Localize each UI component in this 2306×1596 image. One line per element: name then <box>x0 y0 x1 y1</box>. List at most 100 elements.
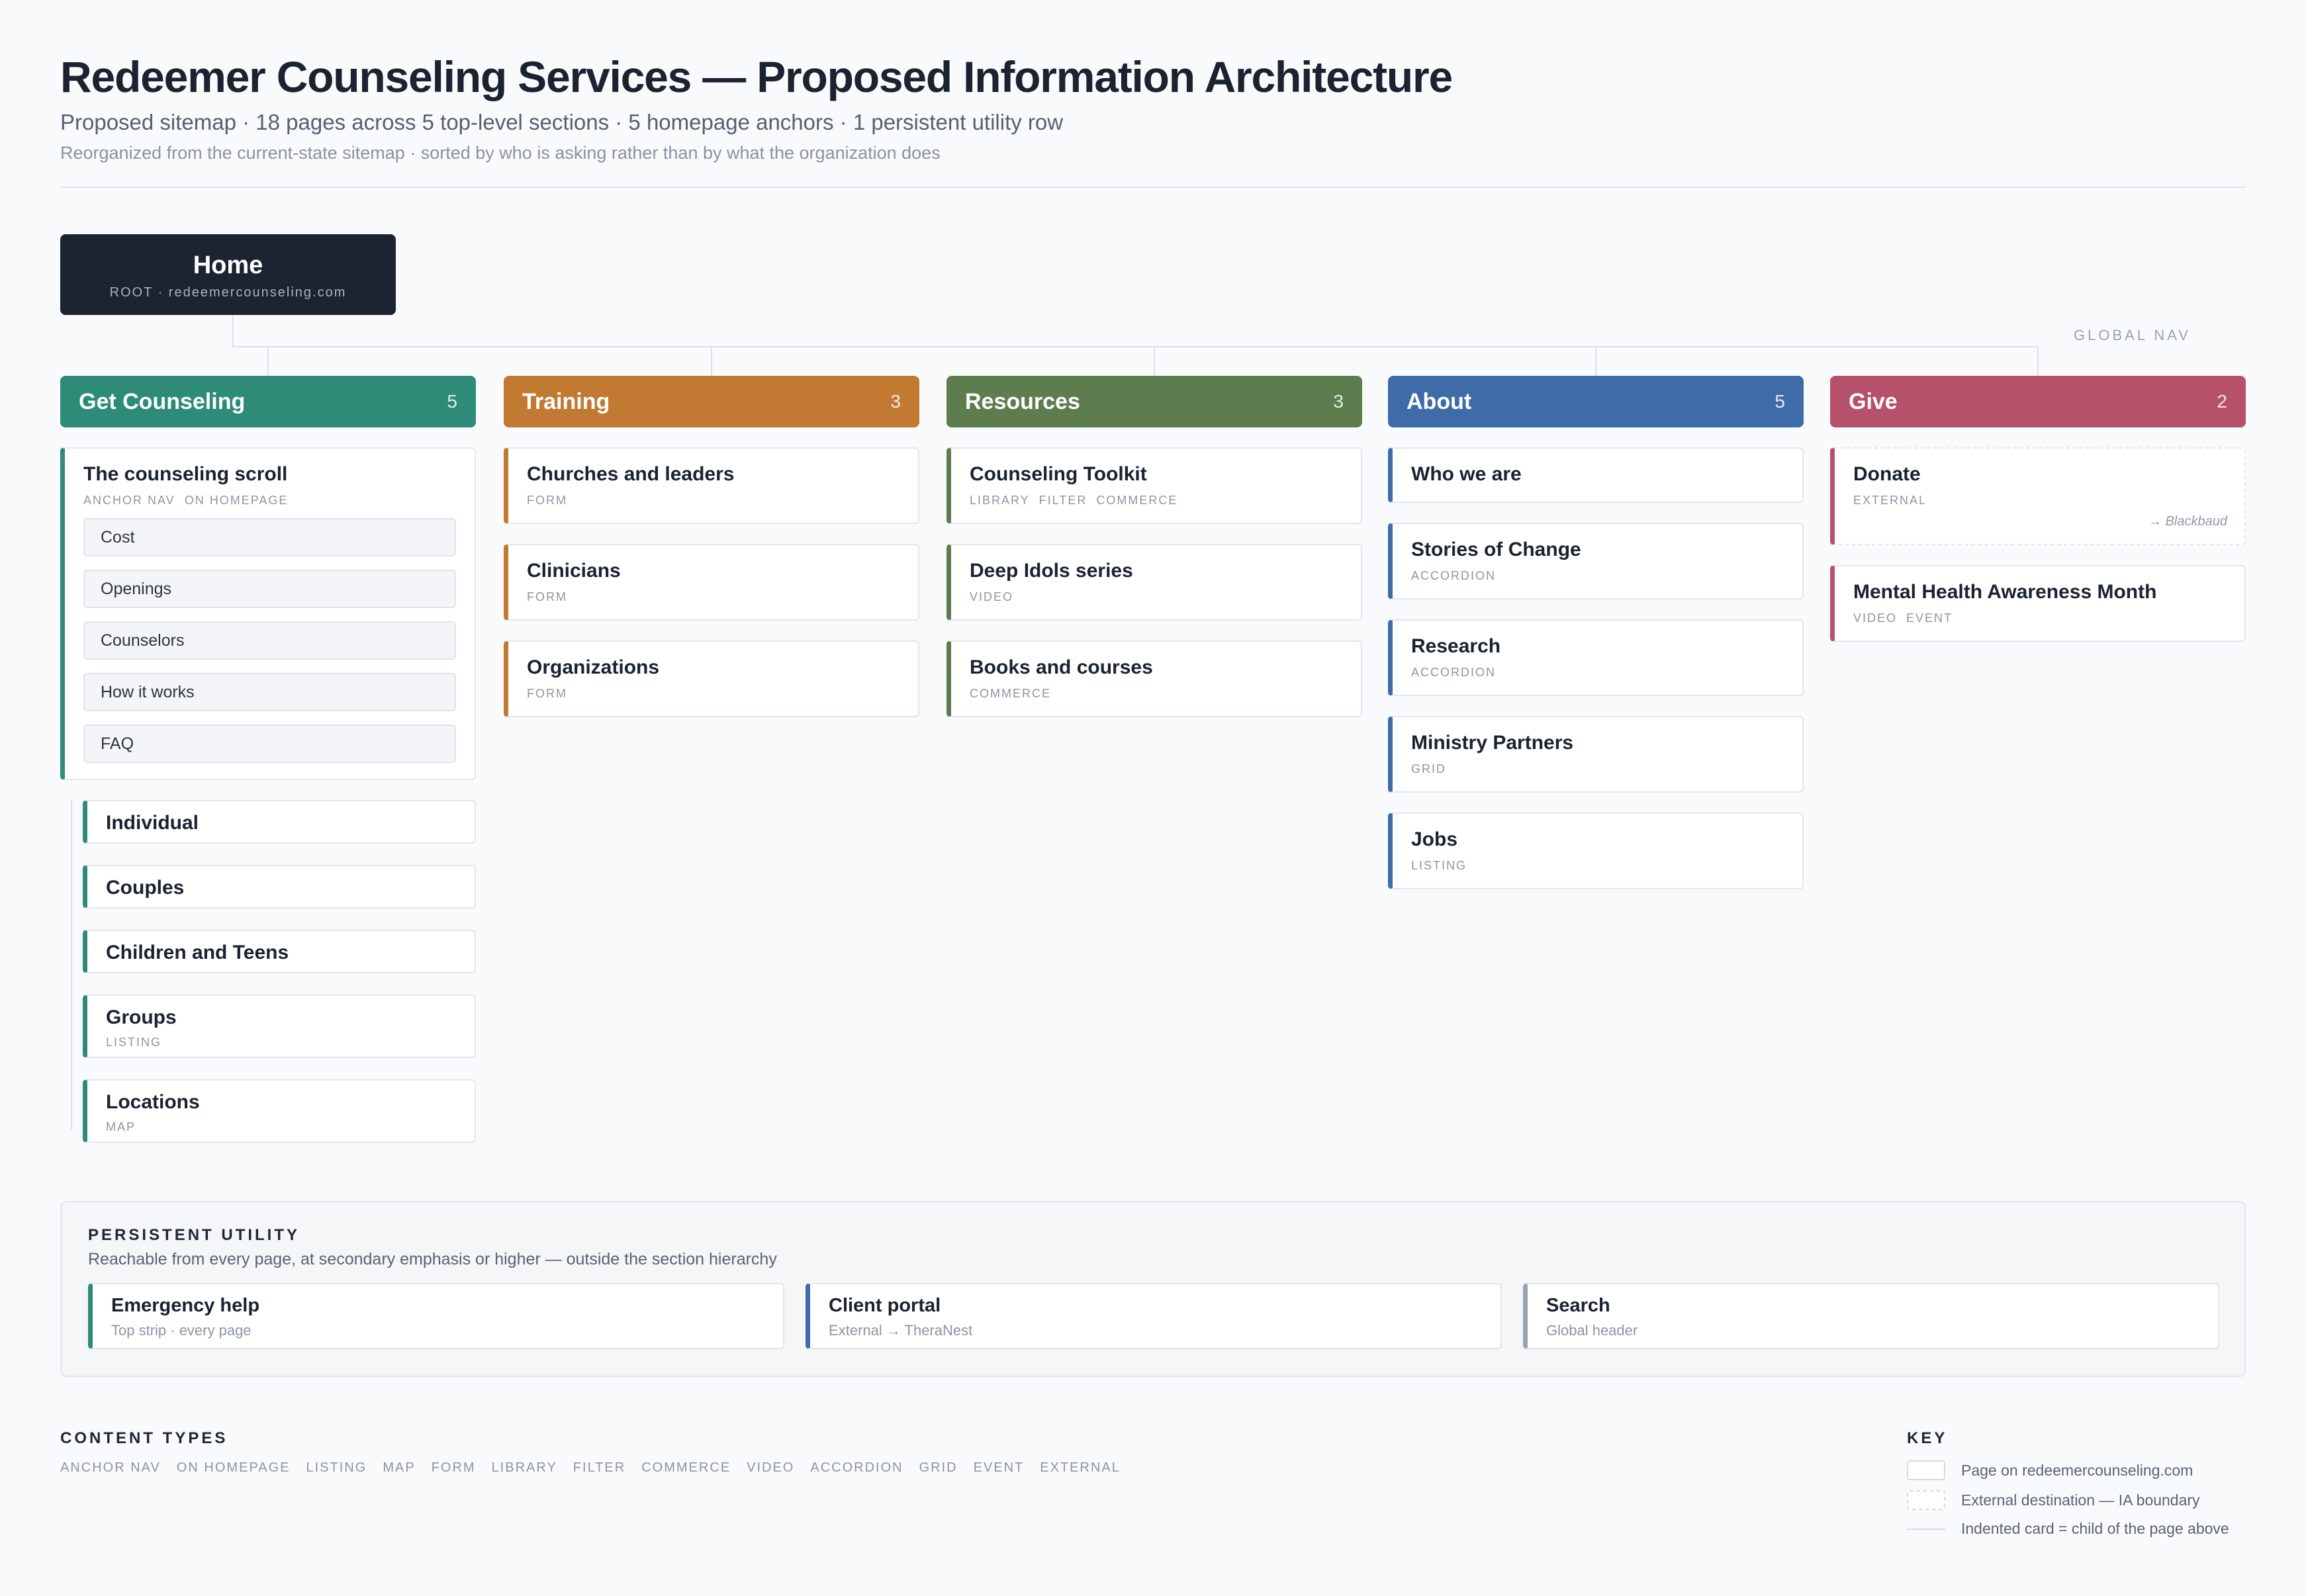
content-tags: LIBRARY FILTER COMMERCE <box>970 494 1342 508</box>
anchor-item-cost[interactable]: Cost <box>83 518 456 556</box>
page-name: Clinicians <box>527 560 621 582</box>
content-tags: FORM <box>527 494 899 508</box>
page-name: Deep Idols series <box>970 560 1133 582</box>
section-title: Training <box>522 388 610 414</box>
page-name: Individual <box>106 812 199 834</box>
page-card-groups[interactable]: Groups LISTING <box>83 995 476 1058</box>
page-name: Mental Health Awareness Month <box>1853 581 2157 603</box>
page-card-books-and-courses[interactable]: Books and courses COMMERCE <box>946 641 1362 717</box>
content-type-filter: FILTER <box>573 1460 626 1475</box>
content-tag: LISTING <box>106 1036 162 1049</box>
content-types-title: CONTENT TYPES <box>60 1429 228 1447</box>
page-name: Research <box>1411 635 1501 657</box>
content-tag: COMMERCE <box>1096 494 1178 507</box>
content-tags: GRID <box>1411 762 1784 776</box>
section-resources: Resources 3 Counseling Toolkit LIBRARY FILTE… <box>946 376 1362 717</box>
utility-emergency-help[interactable]: Emergency help Top strip · every page <box>88 1283 784 1349</box>
page-card-counseling-toolkit[interactable]: Counseling Toolkit LIBRARY FILTER COMMERCE <box>946 447 1362 524</box>
section-header-about[interactable]: About 5 <box>1388 376 1804 427</box>
page-card-individual[interactable]: Individual <box>83 800 476 844</box>
header-divider <box>60 187 2246 188</box>
section-about: About 5 Who we are Stories of Change ACCORDI… <box>1388 376 1804 889</box>
content-tag: GRID <box>1411 762 1446 776</box>
anchor-item-openings[interactable]: Openings <box>83 570 456 608</box>
utility-client-portal[interactable]: Client portal External → TheraNest <box>806 1283 1502 1349</box>
page-name: Locations <box>106 1091 200 1113</box>
page-card-clinicians[interactable]: Clinicians FORM <box>504 544 919 621</box>
content-tags: VIDEO <box>970 590 1342 604</box>
page-name: Children and Teens <box>106 942 289 963</box>
section-page-count: 2 <box>2217 391 2227 412</box>
content-tag: LISTING <box>1411 859 1467 872</box>
content-type-anchor-nav: ANCHOR NAV <box>60 1460 161 1475</box>
content-type-grid: GRID <box>919 1460 958 1475</box>
page-card-research[interactable]: Research ACCORDION <box>1388 619 1804 696</box>
content-tag: ON HOMEPAGE <box>184 494 289 507</box>
section-header-resources[interactable]: Resources 3 <box>946 376 1362 427</box>
content-type-library: LIBRARY <box>491 1460 557 1475</box>
content-tag: FILTER <box>1038 494 1087 507</box>
content-types-list: ANCHOR NAV ON HOMEPAGE LISTING MAP FORM LIBRA… <box>60 1460 1121 1476</box>
anchor-item-counselors[interactable]: Counselors <box>83 621 456 660</box>
content-tags: EXTERNAL <box>1853 494 2226 508</box>
key-dashed-swatch <box>1907 1490 1945 1510</box>
page-card-organizations[interactable]: Organizations FORM <box>504 641 919 717</box>
content-tag: EVENT <box>1906 611 1953 625</box>
page-card-who-we-are[interactable]: Who we are <box>1388 447 1804 503</box>
content-tag: FORM <box>527 590 567 603</box>
content-tags: ACCORDION <box>1411 666 1784 680</box>
page-name: Stories of Change <box>1411 539 1581 560</box>
utility-title: PERSISTENT UTILITY <box>88 1226 300 1244</box>
content-type-accordion: ACCORDION <box>810 1460 903 1475</box>
utility-item-note: Global header <box>1546 1322 1638 1339</box>
page-name: Ministry Partners <box>1411 732 1574 754</box>
page-card-the-counseling-scroll[interactable]: The counseling scroll ANCHOR NAV ON HOMEPA… <box>60 447 476 780</box>
page-card-deep-idols-series[interactable]: Deep Idols series VIDEO <box>946 544 1362 621</box>
utility-item-name: Search <box>1546 1295 1610 1316</box>
anchor-item-how-it-works[interactable]: How it works <box>83 673 456 711</box>
page-name: Jobs <box>1411 828 1458 850</box>
page-card-locations[interactable]: Locations MAP <box>83 1079 476 1143</box>
key-label: External destination — IA boundary <box>1961 1491 2200 1509</box>
content-tag: COMMERCE <box>970 687 1051 700</box>
page-card-donate[interactable]: Donate EXTERNAL → Blackbaud <box>1830 447 2246 545</box>
section-page-count: 3 <box>890 391 901 412</box>
content-tags: LISTING <box>1411 859 1784 873</box>
content-tag: LIBRARY <box>970 494 1030 507</box>
section-title: Resources <box>965 388 1080 414</box>
page-card-couples[interactable]: Couples <box>83 865 476 909</box>
content-tags: FORM <box>527 687 899 701</box>
key-item-external: External destination — IA boundary <box>1907 1490 2200 1510</box>
page-card-churches-and-leaders[interactable]: Churches and leaders FORM <box>504 447 919 524</box>
section-header-training[interactable]: Training 3 <box>504 376 919 427</box>
page-name: Couples <box>106 877 185 899</box>
page-card-ministry-partners[interactable]: Ministry Partners GRID <box>1388 716 1804 793</box>
anchor-item-faq[interactable]: FAQ <box>83 725 456 763</box>
section-title: Get Counseling <box>79 388 246 414</box>
home-node[interactable]: Home ROOT · redeemercounseling.com <box>60 234 396 315</box>
utility-search[interactable]: Search Global header <box>1523 1283 2219 1349</box>
key-item-page: Page on redeemercounseling.com <box>1907 1460 2193 1480</box>
page-subtitle: Proposed sitemap · 18 pages across 5 top… <box>60 110 1064 134</box>
page-name: Churches and leaders <box>527 463 735 485</box>
page-card-children-and-teens[interactable]: Children and Teens <box>83 930 476 973</box>
home-label: Home <box>193 251 263 279</box>
content-tags: MAP <box>106 1120 456 1134</box>
section-header-give[interactable]: Give 2 <box>1830 376 2246 427</box>
page-name: Counseling Toolkit <box>970 463 1147 485</box>
page-card-stories-of-change[interactable]: Stories of Change ACCORDION <box>1388 523 1804 599</box>
child-indent-rail <box>71 800 72 1130</box>
key-label: Page on redeemercounseling.com <box>1961 1461 2193 1479</box>
content-tag: VIDEO <box>1853 611 1898 625</box>
content-type-form: FORM <box>431 1460 476 1475</box>
home-root-label: ROOT · redeemercounseling.com <box>109 285 347 300</box>
page-name: Organizations <box>527 656 660 678</box>
content-tag: ACCORDION <box>1411 569 1497 582</box>
section-title: About <box>1407 388 1472 414</box>
section-training: Training 3 Churches and leaders FORM Clinici… <box>504 376 919 717</box>
section-header-get-counseling[interactable]: Get Counseling 5 <box>60 376 476 427</box>
child-pages: Individual Couples Children and Teens Group… <box>60 800 476 1143</box>
content-type-commerce: COMMERCE <box>641 1460 731 1475</box>
page-card-jobs[interactable]: Jobs LISTING <box>1388 813 1804 889</box>
page-card-mental-health-awareness-month[interactable]: Mental Health Awareness Month VIDEO EVENT <box>1830 565 2246 642</box>
